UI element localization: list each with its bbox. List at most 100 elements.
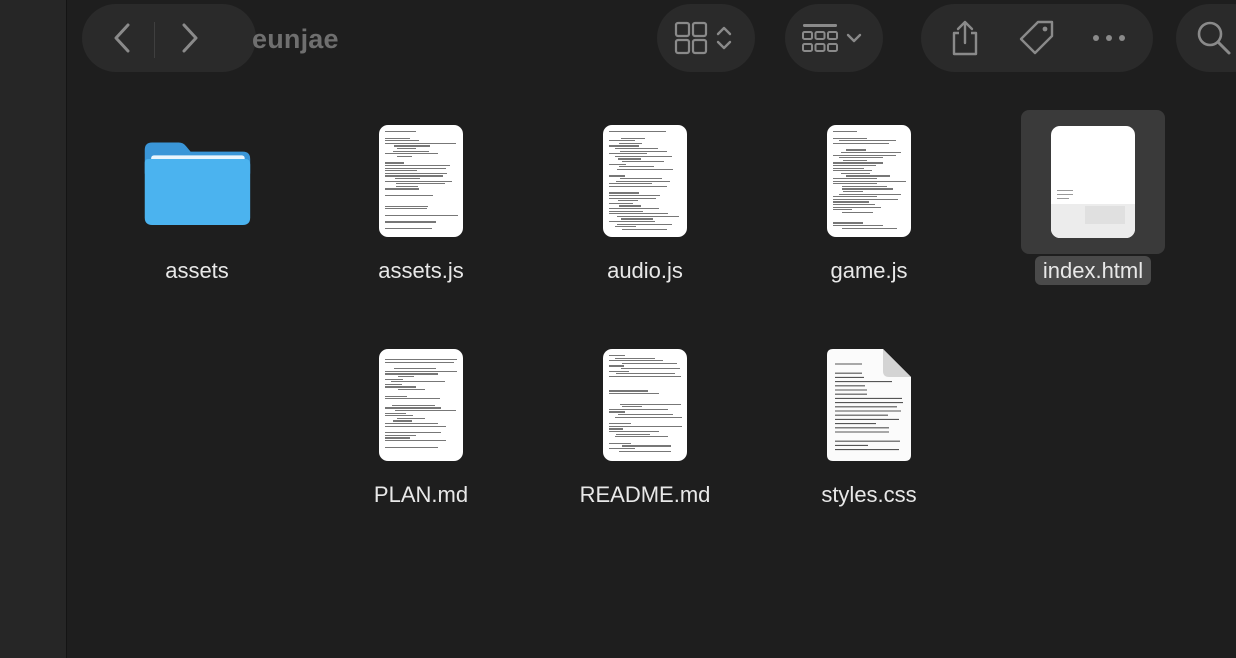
preview-line — [617, 215, 679, 217]
preview-line — [609, 202, 633, 204]
preview-line — [615, 226, 636, 228]
tag-button[interactable] — [1001, 4, 1073, 72]
preview-line — [609, 221, 655, 223]
more-button[interactable] — [1073, 4, 1145, 72]
preview-line — [842, 227, 897, 229]
preview-line — [385, 359, 457, 361]
preview-line — [398, 376, 414, 378]
back-button[interactable] — [92, 4, 152, 72]
preview-line — [609, 375, 681, 377]
file-browser-area — [67, 0, 1236, 658]
preview-line — [620, 403, 681, 405]
preview-line — [833, 137, 867, 139]
preview-line — [396, 183, 445, 185]
preview-line — [616, 433, 650, 435]
preview-line — [609, 370, 629, 372]
preview-line — [617, 223, 672, 225]
preview-line — [609, 431, 659, 433]
preview-line — [833, 225, 883, 227]
preview-line — [385, 423, 438, 425]
preview-line — [833, 196, 877, 198]
folder-icon — [144, 142, 251, 225]
preview-line — [609, 360, 663, 362]
preview-line — [619, 450, 671, 452]
preview-line — [609, 208, 659, 210]
preview-line — [839, 193, 901, 195]
preview-line — [609, 423, 631, 425]
preview-line — [609, 210, 643, 212]
preview-line — [385, 170, 417, 172]
preview-line — [385, 131, 416, 133]
preview-line — [385, 425, 446, 427]
preview-line — [385, 167, 446, 169]
preview-line — [609, 145, 639, 147]
group-by-button[interactable] — [785, 4, 883, 72]
preview-line — [833, 206, 881, 208]
preview-line — [609, 197, 656, 199]
preview-line — [385, 437, 410, 439]
preview-line — [843, 191, 863, 193]
preview-line — [609, 192, 639, 194]
text-document-icon — [603, 349, 687, 461]
file-icon-wrap — [590, 349, 700, 461]
preview-line — [609, 185, 667, 187]
preview-line — [385, 370, 457, 372]
preview-line — [833, 222, 863, 224]
share-button[interactable] — [929, 4, 1001, 72]
preview-line — [833, 178, 877, 180]
preview-line — [385, 386, 416, 388]
preview-line — [618, 200, 638, 202]
file-label: PLAN.md — [373, 482, 469, 507]
chevron-left-icon — [114, 23, 130, 53]
preview-line — [843, 159, 867, 161]
preview-line — [609, 442, 631, 444]
preview-line — [394, 368, 436, 370]
preview-line — [609, 448, 635, 450]
preview-line — [385, 407, 441, 409]
preview-line — [609, 408, 668, 410]
view-mode-button[interactable] — [657, 4, 755, 72]
text-document-icon — [603, 125, 687, 237]
preview-line — [609, 140, 635, 142]
preview-line — [621, 137, 645, 139]
file-label: audio.js — [607, 258, 683, 283]
preview-line — [394, 145, 430, 147]
preview-line — [833, 198, 898, 200]
tag-icon — [1019, 20, 1054, 55]
forward-button[interactable] — [160, 4, 220, 72]
window-title: eunjae — [252, 24, 339, 54]
file-label: index.html — [1003, 256, 1183, 285]
preview-line — [385, 195, 433, 197]
preview-line — [833, 131, 857, 133]
preview-line — [385, 398, 440, 400]
preview-line — [385, 180, 452, 182]
preview-line — [392, 404, 435, 406]
preview-line — [846, 149, 866, 151]
text-document-icon — [379, 125, 463, 237]
file-icon-wrap — [366, 125, 476, 237]
preview-line — [397, 417, 425, 419]
preview-line — [385, 175, 443, 177]
preview-line — [833, 154, 896, 156]
text-document-icon — [379, 349, 463, 461]
preview-line — [393, 150, 429, 152]
preview-line — [833, 162, 883, 164]
preview-line — [385, 221, 436, 223]
preview-line — [842, 211, 873, 213]
preview-line — [609, 425, 682, 427]
preview-line — [385, 446, 438, 448]
preview-line — [616, 180, 670, 182]
search-button[interactable] — [1176, 4, 1236, 72]
preview-line — [395, 178, 420, 180]
preview-line — [385, 162, 404, 164]
preview-line — [397, 148, 416, 150]
preview-line — [395, 410, 456, 412]
preview-line — [385, 153, 438, 155]
preview-line — [385, 373, 438, 375]
preview-line — [619, 166, 654, 168]
preview-line — [385, 208, 427, 210]
preview-line — [833, 209, 852, 211]
preview-line — [609, 175, 625, 177]
preview-line — [841, 172, 870, 174]
preview-line — [833, 170, 872, 172]
